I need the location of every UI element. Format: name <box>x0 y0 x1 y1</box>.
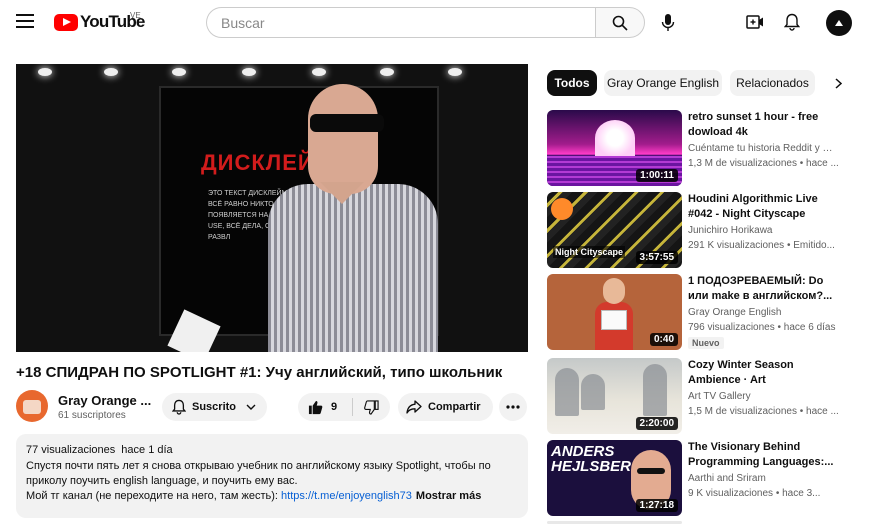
recommended-video-meta: 1,5 M de visualizaciones • hace ... <box>688 406 838 417</box>
channel-avatar[interactable] <box>16 390 48 422</box>
share-label: Compartir <box>428 401 481 413</box>
account-avatar[interactable] <box>826 10 852 36</box>
notifications-button[interactable] <box>779 9 805 35</box>
video-thumbnail[interactable]: Night Cityscape 3:57:55 <box>547 192 682 268</box>
studio-light <box>448 68 462 76</box>
subscribe-label: Suscrito <box>192 401 237 413</box>
share-icon <box>406 400 422 414</box>
recommended-video-title[interactable]: retro sunset 1 hour - free dowload 4k <box>688 110 838 140</box>
studio-light <box>380 68 394 76</box>
recommended-video-title[interactable]: The Visionary Behind Programming Languag… <box>688 440 838 470</box>
studio-light <box>104 68 118 76</box>
recommended-video-title[interactable]: 1 ПОДОЗРЕВАЕМЫЙ: Do или make в английско… <box>688 274 838 304</box>
create-button[interactable] <box>742 9 768 35</box>
recommended-video-meta: 796 visualizaciones • hace 6 días <box>688 322 836 333</box>
recommended-video-title[interactable]: Cozy Winter Season Ambience · Art Screen… <box>688 358 838 388</box>
description-line: Мой тг канал (не переходите на него, там… <box>26 489 518 504</box>
recommended-video-meta: 291 K visualizaciones • Emitido... <box>688 240 835 251</box>
duration-badge: 1:00:11 <box>636 169 678 182</box>
new-badge: Nuevo <box>688 337 724 349</box>
youtube-logo[interactable]: YouTube VE <box>54 11 145 33</box>
masthead: YouTube VE <box>0 0 870 46</box>
subscriber-count: 61 suscriptores <box>58 410 126 421</box>
recommended-video[interactable]: 0:40 1 ПОДОЗРЕВАЕМЫЙ: Do или make в англ… <box>547 274 857 350</box>
channel-name[interactable]: Gray Orange ... <box>58 393 151 408</box>
thumbs-up-icon <box>308 400 323 414</box>
duration-badge: 2:20:00 <box>635 417 678 430</box>
chip-related[interactable]: Relacionados <box>730 70 815 96</box>
create-video-icon <box>746 15 763 29</box>
chevron-right-icon <box>834 77 842 89</box>
video-title: +18 СПИДРАН ПО SPOTLIGHT #1: Учу английс… <box>16 364 503 381</box>
thumbnail-caption: ANDERS HEJLSBERG <box>551 443 643 475</box>
video-thumbnail[interactable]: 2:20:00 <box>547 358 682 434</box>
search-icon <box>612 15 628 31</box>
upload-date: hace 1 día <box>121 444 173 456</box>
recommended-channel-name[interactable]: Cuéntame tu historia Reddit y Co... <box>688 143 838 154</box>
more-horizontal-icon <box>506 405 520 409</box>
description-stats: 77 visualizaciones hace 1 día <box>26 444 518 456</box>
recommended-channel-name[interactable]: Gray Orange English <box>688 307 838 318</box>
like-dislike-group: 9 <box>298 393 390 421</box>
bell-icon <box>784 13 800 31</box>
chip-all[interactable]: Todos <box>547 70 597 96</box>
voice-search-button[interactable] <box>652 7 683 38</box>
video-thumbnail[interactable]: 0:40 <box>547 274 682 350</box>
duration-badge: 1:27:18 <box>635 499 678 512</box>
recommended-channel-name[interactable]: Junichiro Horikawa <box>688 225 838 236</box>
telegram-link[interactable]: https://t.me/enjoyenglish73 <box>281 490 412 502</box>
video-thumbnail[interactable]: ANDERS HEJLSBERG 1:27:18 <box>547 440 682 516</box>
chevron-down-icon <box>246 404 256 410</box>
like-button[interactable]: 9 <box>298 393 352 421</box>
studio-light <box>242 68 256 76</box>
chip-channel[interactable]: Gray Orange English <box>604 70 722 96</box>
description-box[interactable]: 77 visualizaciones hace 1 día Спустя почт… <box>16 434 528 518</box>
recommended-video[interactable]: Night Cityscape 3:57:55 Houdini Algorith… <box>547 192 857 268</box>
video-thumbnail[interactable]: 1:00:11 <box>547 110 682 186</box>
youtube-play-icon <box>54 13 78 31</box>
recommended-video-meta: 1,3 M de visualizaciones • hace ... <box>688 158 838 169</box>
duration-badge: 0:40 <box>649 333 678 346</box>
search-input[interactable] <box>207 8 596 37</box>
recommended-video[interactable]: 1:00:11 retro sunset 1 hour - free dowlo… <box>547 110 857 186</box>
region-code: VE <box>130 11 141 20</box>
show-more-button[interactable]: Mostrar más <box>416 490 481 502</box>
description-line: Спустя почти пять лет я снова открываю у… <box>26 460 491 472</box>
description-text: Мой тг канал (не переходите на него, там… <box>26 490 282 502</box>
like-count: 9 <box>331 401 338 413</box>
search-button[interactable] <box>595 7 645 38</box>
video-player[interactable]: ДИСКЛЕЙ ЭТО ТЕКСТ ДИСКЛЕЙМЕРА, НО ВСЁ РА… <box>16 64 528 352</box>
recommended-video[interactable]: 2:20:00 Cozy Winter Season Ambience · Ar… <box>547 358 857 434</box>
bell-icon <box>172 399 186 415</box>
studio-light <box>38 68 52 76</box>
recommended-channel-name[interactable]: Art TV Gallery <box>688 391 838 402</box>
recommended-video[interactable]: ANDERS HEJLSBERG 1:27:18 The Visionary B… <box>547 440 857 516</box>
studio-light <box>312 68 326 76</box>
dislike-button[interactable] <box>353 393 389 421</box>
studio-light <box>172 68 186 76</box>
recommended-channel-name[interactable]: Aarthi and Sriram <box>688 473 838 484</box>
hamburger-menu-icon[interactable] <box>16 14 34 28</box>
share-button[interactable]: Compartir <box>398 393 493 421</box>
view-count: 77 visualizaciones <box>26 444 116 456</box>
presenter-figure <box>268 84 438 352</box>
duration-badge: 3:57:55 <box>635 251 678 264</box>
search-box <box>206 7 596 38</box>
recommended-video-meta: 9 K visualizaciones • hace 3... <box>688 488 821 499</box>
thumbs-down-icon <box>363 399 379 415</box>
recommended-video-title[interactable]: Houdini Algorithmic Live #042 - Night Ci… <box>688 192 838 222</box>
microphone-icon <box>661 13 674 31</box>
subscribed-button[interactable]: Suscrito <box>162 393 267 421</box>
thumbnail-caption: Night Cityscape <box>553 246 626 258</box>
chip-next-button[interactable] <box>828 73 848 93</box>
houdini-logo-icon <box>551 198 573 220</box>
description-line: приколу поучить english language, и поуч… <box>26 475 298 487</box>
more-actions-button[interactable] <box>499 393 527 421</box>
